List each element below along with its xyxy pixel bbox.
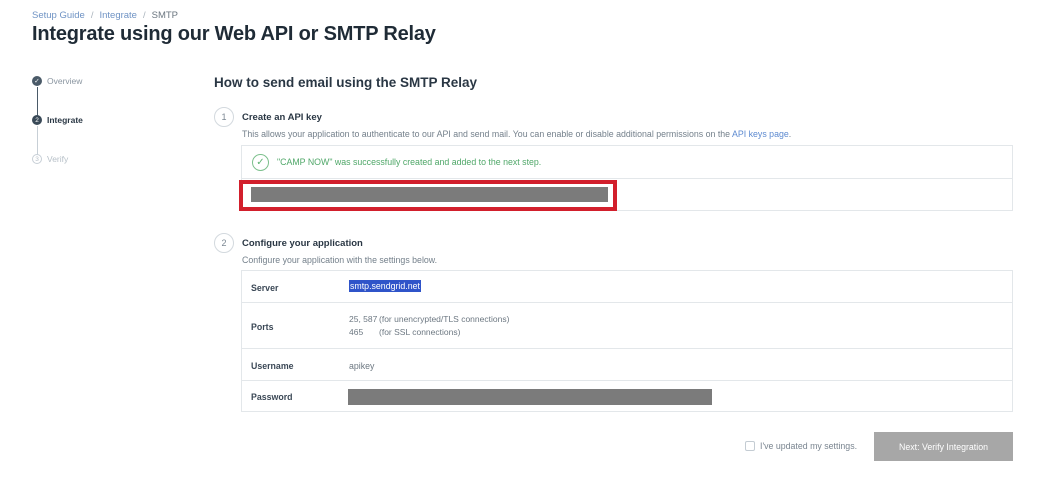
server-value[interactable]: smtp.sendgrid.net <box>349 280 421 292</box>
port-note: (for unencrypted/TLS connections) <box>379 314 510 324</box>
step-overview[interactable]: ✓ Overview <box>32 76 82 86</box>
api-keys-page-link[interactable]: API keys page <box>732 129 789 139</box>
check-icon: ✓ <box>32 76 42 86</box>
step-label: Verify <box>47 154 69 164</box>
breadcrumb-smtp: SMTP <box>151 10 178 21</box>
server-label: Server <box>251 283 279 293</box>
breadcrumb: Setup Guide / Integrate / SMTP <box>32 10 178 21</box>
stepper-connector <box>36 126 38 155</box>
port-note: (for SSL connections) <box>379 327 461 337</box>
step-number: 3 <box>32 154 42 164</box>
configure-app-title: Configure your application <box>242 238 363 249</box>
stepper-connector <box>36 87 38 116</box>
breadcrumb-separator: / <box>90 10 94 21</box>
step-verify: 3 Verify <box>32 154 68 164</box>
breadcrumb-setup-guide[interactable]: Setup Guide <box>32 10 85 21</box>
password-label: Password <box>251 392 293 402</box>
next-verify-integration-button[interactable]: Next: Verify Integration <box>874 432 1013 461</box>
smtp-settings-table: Server smtp.sendgrid.net Ports 25, 587 (… <box>241 270 1013 412</box>
updated-settings-checkbox[interactable] <box>745 441 755 451</box>
step-integrate: 2 Integrate <box>32 115 83 125</box>
configure-app-description: Configure your application with the sett… <box>242 255 438 265</box>
step-label: Overview <box>47 76 83 86</box>
description-text: This allows your application to authenti… <box>242 129 731 139</box>
create-api-key-title: Create an API key <box>242 112 322 123</box>
port-line: 25, 587 (for unencrypted/TLS connections… <box>349 314 509 324</box>
username-label: Username <box>251 361 294 371</box>
progress-stepper: ✓ Overview 2 Integrate 3 Verify <box>32 74 172 174</box>
step-number-circle: 2 <box>214 233 234 253</box>
step-number-circle: 1 <box>214 107 234 127</box>
create-api-key-description: This allows your application to authenti… <box>242 129 791 139</box>
settings-row-server: Server smtp.sendgrid.net <box>242 271 1012 303</box>
breadcrumb-separator: / <box>142 10 146 21</box>
settings-row-username: Username apikey <box>242 349 1012 381</box>
breadcrumb-integrate[interactable]: Integrate <box>99 10 137 21</box>
ports-label: Ports <box>251 322 274 332</box>
page-title: Integrate using our Web API or SMTP Rela… <box>32 23 436 45</box>
step-number: 2 <box>32 115 42 125</box>
step-label: Integrate <box>47 115 83 125</box>
success-message: ✓ "CAMP NOW" was successfully created an… <box>242 146 1012 179</box>
section-title: How to send email using the SMTP Relay <box>214 75 478 90</box>
port-line: 465 (for SSL connections) <box>349 327 460 337</box>
password-value-redacted[interactable] <box>348 389 712 405</box>
updated-settings-checkbox-row[interactable]: I've updated my settings. <box>745 441 857 451</box>
success-check-icon: ✓ <box>252 153 269 171</box>
settings-row-ports: Ports 25, 587 (for unencrypted/TLS conne… <box>242 303 1012 349</box>
port-number: 25, 587 <box>349 314 378 324</box>
username-value[interactable]: apikey <box>349 361 374 371</box>
success-text: "CAMP NOW" was successfully created and … <box>277 157 542 167</box>
description-suffix: . <box>788 129 792 139</box>
port-number: 465 <box>349 327 364 337</box>
checkbox-label: I've updated my settings. <box>760 441 858 451</box>
settings-row-password: Password <box>242 381 1012 412</box>
highlight-annotation <box>239 180 617 211</box>
